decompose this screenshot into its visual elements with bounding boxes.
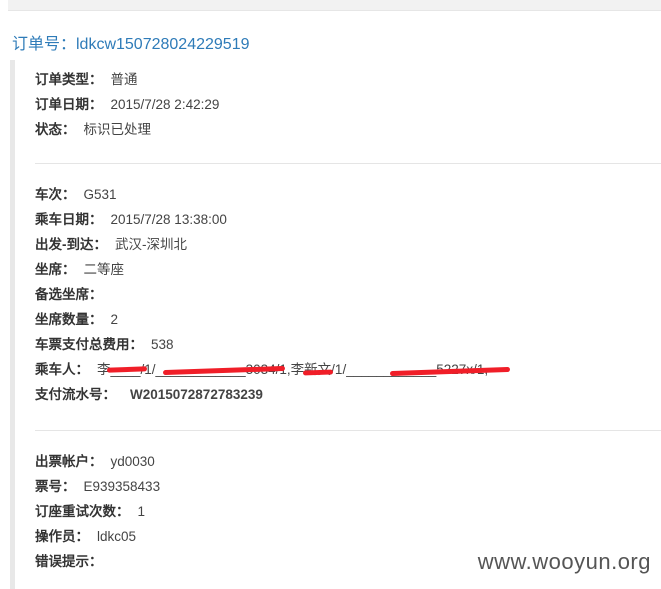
seat-count-value: 2 [110, 312, 119, 327]
status-value: 标识已处理 [83, 122, 152, 137]
order-detail-panel: 订单类型： 普通 订单日期： 2015/7/28 2:42:29 状态： 标识已处理 … [10, 60, 661, 589]
top-bar [8, 0, 661, 11]
total-fee-label: 车票支付总费用： [35, 337, 143, 352]
order-type-row: 订单类型： 普通 [35, 67, 661, 92]
watermark: www.wooyun.org [477, 549, 651, 574]
account-value: yd0030 [110, 454, 155, 469]
divider [35, 430, 661, 431]
retry-count-row: 订座重试次数： 1 [35, 499, 661, 524]
payment-no-row: 支付流水号： W2015072872783239 [35, 382, 661, 407]
account-label: 出票帐户： [35, 454, 103, 469]
passengers-label: 乘车人： [35, 362, 89, 377]
route-row: 出发-到达： 武汉-深圳北 [35, 232, 661, 257]
ride-date-value: 2015/7/28 13:38:00 [110, 212, 227, 227]
ride-date-row: 乘车日期： 2015/7/28 13:38:00 [35, 207, 661, 232]
operator-label: 操作员： [35, 529, 89, 544]
ticket-no-value: E939358433 [83, 479, 161, 494]
ticket-no-label: 票号： [35, 479, 76, 494]
divider [35, 163, 661, 164]
order-date-row: 订单日期： 2015/7/28 2:42:29 [35, 92, 661, 117]
operator-row: 操作员： ldkc05 [35, 524, 661, 549]
order-number-title: 订单号：ldkcw150728024229519 [12, 36, 250, 53]
passengers-row: 乘车人： 李____/1/____________3034/1,李新文/1/___… [35, 357, 661, 382]
train-value: G531 [83, 187, 117, 202]
retry-count-label: 订座重试次数： [35, 504, 130, 519]
redaction-mark [302, 369, 334, 376]
retry-count-value: 1 [137, 504, 146, 519]
order-date-label: 订单日期： [35, 97, 103, 112]
trip-info-section: 车次： G531 乘车日期： 2015/7/28 13:38:00 出发-到达： 武汉… [35, 182, 661, 407]
payment-no-value: W2015072872783239 [130, 387, 263, 402]
train-row: 车次： G531 [35, 182, 661, 207]
total-fee-row: 车票支付总费用： 538 [35, 332, 661, 357]
seat-value: 二等座 [83, 262, 125, 277]
operator-value: ldkc05 [97, 529, 137, 544]
ticket-no-row: 票号： E939358433 [35, 474, 661, 499]
alt-seat-label: 备选坐席： [35, 287, 103, 302]
error-label: 错误提示： [35, 554, 103, 569]
route-label: 出发-到达： [35, 237, 107, 252]
status-label: 状态： [35, 122, 76, 137]
total-fee-value: 538 [151, 337, 174, 352]
order-info-section: 订单类型： 普通 订单日期： 2015/7/28 2:42:29 状态： 标识已处理 [35, 67, 661, 142]
order-date-value: 2015/7/28 2:42:29 [110, 97, 220, 112]
order-type-value: 普通 [110, 72, 138, 87]
order-type-label: 订单类型： [35, 72, 103, 87]
alt-seat-row: 备选坐席： [35, 282, 661, 307]
payment-no-label: 支付流水号： [35, 387, 116, 402]
route-value: 武汉-深圳北 [115, 237, 187, 252]
seat-row: 坐席： 二等座 [35, 257, 661, 282]
account-row: 出票帐户： yd0030 [35, 449, 661, 474]
seat-label: 坐席： [35, 262, 76, 277]
seat-count-label: 坐席数量： [35, 312, 103, 327]
seat-count-row: 坐席数量： 2 [35, 307, 661, 332]
status-row: 状态： 标识已处理 [35, 117, 661, 142]
train-label: 车次： [35, 187, 76, 202]
ride-date-label: 乘车日期： [35, 212, 103, 227]
